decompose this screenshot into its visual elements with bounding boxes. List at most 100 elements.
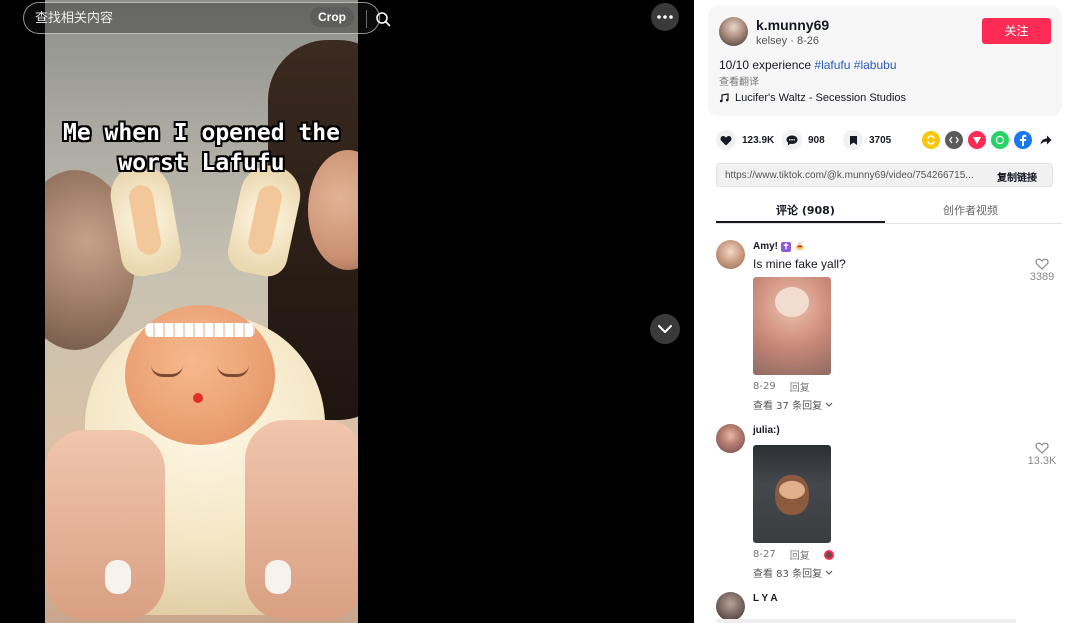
comment-image[interactable] [753, 277, 831, 375]
comment-meta: 8-29 回复 [753, 379, 810, 394]
chevron-down-icon [825, 570, 833, 575]
save-count: 3705 [869, 134, 892, 146]
commenter-name-row: Amy! ✝ 🍝 [753, 241, 805, 252]
music-title: Lucifer's Waltz - Secession Studios [735, 92, 907, 104]
comment-action[interactable]: 908 [782, 130, 825, 150]
plush-eye-left [151, 365, 183, 377]
author-avatar[interactable] [719, 17, 748, 46]
action-bar: 123.9K 908 3705 [716, 130, 1060, 150]
doll-face [775, 287, 809, 317]
crop-button[interactable]: Crop [310, 7, 354, 27]
caption-line-2: worst Lafufu [118, 150, 285, 176]
fingernail [105, 560, 131, 594]
tab-creator-videos[interactable]: 创作者视频 [943, 202, 998, 218]
copy-link-button[interactable]: 复制链接 [997, 169, 1037, 184]
active-tab-indicator [716, 221, 885, 223]
music-note-icon [719, 93, 729, 103]
separator-dot: · [790, 35, 797, 47]
author-nickname: kelsey [756, 35, 788, 47]
facebook-icon[interactable] [1014, 131, 1032, 149]
panel-tabs: 评论 (908) 创作者视频 [716, 198, 1062, 224]
commenter-avatar[interactable] [716, 592, 745, 621]
comment-bubble-icon [782, 130, 802, 150]
commenter-avatar[interactable] [716, 240, 745, 269]
share-arrow-icon[interactable] [1037, 131, 1055, 149]
plush-teeth [145, 323, 255, 337]
tab-comments[interactable]: 评论 (908) [776, 202, 835, 218]
commenter-name[interactable]: L Y A [753, 593, 778, 604]
description-text: 10/10 experience [719, 58, 815, 72]
hashtag-labubu[interactable]: #labubu [854, 58, 897, 72]
details-panel: k.munny69 kelsey · 8-26 关注 10/10 experie… [694, 0, 1080, 623]
chevron-down-icon [658, 324, 672, 333]
video-frame[interactable] [45, 0, 358, 623]
view-replies-label: 查看 83 条回复 [753, 569, 823, 580]
view-replies-button[interactable]: 查看 83 条回复 [753, 565, 833, 580]
bookmark-icon [843, 130, 863, 150]
repost-icon[interactable] [922, 131, 940, 149]
video-caption: Me when I opened the worst Lafufu [45, 118, 358, 178]
comment-like[interactable]: 3389 [1022, 258, 1062, 283]
plush-eye-right [217, 365, 249, 377]
comment-count: 908 [808, 134, 825, 146]
translate-link[interactable]: 查看翻译 [719, 73, 759, 88]
comment-meta: 8-27 回复 [753, 547, 834, 562]
comment-date: 8-29 [753, 381, 776, 392]
hashtag-lafufu[interactable]: #lafufu [814, 58, 850, 72]
video-player-area[interactable]: Me when I opened the worst Lafufu Crop [0, 0, 694, 623]
comment-date: 8-27 [753, 549, 776, 560]
author-subline: kelsey · 8-26 [756, 35, 819, 47]
comment-input-bar-edge [716, 619, 1016, 623]
comment-text: Is mine fake yall? [753, 257, 846, 271]
plush-ear-left [105, 160, 185, 280]
next-video-button[interactable] [650, 314, 680, 344]
like-count: 123.9K [742, 134, 775, 146]
video-hand-right [245, 420, 358, 620]
doll-face [779, 481, 805, 499]
post-description: 10/10 experience #lafufu #labubu [719, 58, 897, 72]
embed-code-icon[interactable] [945, 131, 963, 149]
chevron-down-icon [825, 402, 833, 407]
commenter-name[interactable]: julia:) [753, 425, 780, 436]
commenter-name-row: L Y A [753, 593, 778, 604]
reply-button[interactable]: 回复 [790, 379, 810, 394]
fingernail [265, 560, 291, 594]
whatsapp-icon[interactable] [991, 131, 1009, 149]
commenter-name-row: julia:) [753, 425, 780, 436]
commenter-avatar[interactable] [716, 424, 745, 453]
tiktok-video-page: Me when I opened the worst Lafufu Crop k… [0, 0, 1080, 623]
more-dots-icon [657, 15, 673, 19]
like-action[interactable]: 123.9K [716, 130, 774, 150]
follow-button[interactable]: 关注 [982, 18, 1051, 44]
view-replies-button[interactable]: 查看 37 条回复 [753, 397, 833, 412]
cross-badge-icon: ✝ [781, 241, 792, 252]
view-replies-label: 查看 37 条回复 [753, 401, 823, 412]
bee-emoji: 🍝 [794, 241, 806, 251]
save-action[interactable]: 3705 [843, 130, 891, 150]
search-divider [366, 10, 367, 28]
music-link[interactable]: Lucifer's Waltz - Secession Studios [719, 92, 906, 104]
send-to-friends-icon[interactable] [968, 131, 986, 149]
caption-line-1: Me when I opened the [63, 120, 340, 146]
comment-image[interactable] [753, 445, 831, 543]
post-info-card: k.munny69 kelsey · 8-26 关注 10/10 experie… [708, 6, 1062, 116]
search-input[interactable] [24, 10, 274, 26]
search-icon[interactable] [375, 11, 393, 29]
video-hand-left [45, 430, 165, 620]
comment-like-count: 13.3K [1027, 455, 1057, 467]
commenter-name[interactable]: Amy! [753, 241, 778, 252]
more-options-button[interactable] [651, 3, 679, 31]
comment-like-count: 3389 [1029, 271, 1055, 283]
reply-button[interactable]: 回复 [790, 547, 810, 562]
heart-outline-icon [1035, 442, 1049, 454]
plush-nose [193, 393, 203, 403]
video-link-text[interactable]: https://www.tiktok.com/@k.munny69/video/… [725, 170, 987, 181]
share-link-box: https://www.tiktok.com/@k.munny69/video/… [716, 163, 1053, 187]
search-bar: Crop [23, 2, 391, 34]
heart-icon [716, 130, 736, 150]
heart-outline-icon [1035, 258, 1049, 270]
creator-liked-avatar [823, 549, 834, 560]
author-username[interactable]: k.munny69 [756, 17, 829, 33]
comment-like[interactable]: 13.3K [1022, 442, 1062, 467]
post-date: 8-26 [796, 35, 820, 47]
